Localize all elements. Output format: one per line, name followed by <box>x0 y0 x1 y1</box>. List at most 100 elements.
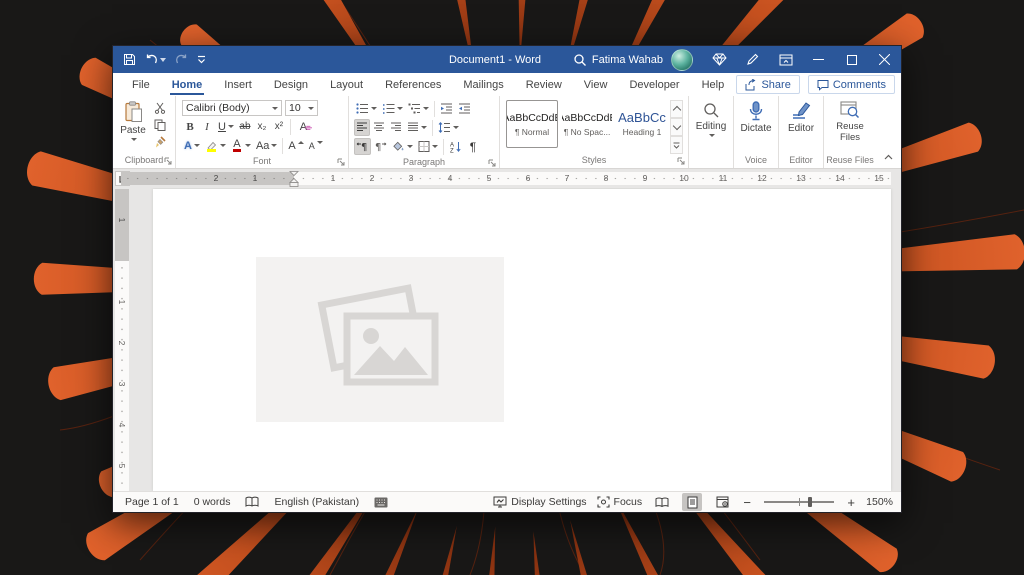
copy-button[interactable] <box>152 116 168 133</box>
print-layout-button[interactable] <box>682 493 703 511</box>
strikethrough-button[interactable]: ab <box>237 118 253 135</box>
shading-button[interactable] <box>390 138 415 155</box>
minimize-button[interactable] <box>802 46 835 73</box>
italic-button[interactable]: I <box>199 118 215 135</box>
style-heading-1[interactable]: AaBbCc Heading 1 <box>616 100 668 148</box>
cut-button[interactable] <box>152 99 168 116</box>
tab-references[interactable]: References <box>374 73 452 96</box>
decrease-indent-button[interactable] <box>438 100 455 117</box>
styles-scroll-down-icon[interactable] <box>670 118 683 136</box>
save-icon[interactable] <box>123 50 136 70</box>
bold-button[interactable]: B <box>182 118 198 135</box>
tab-home[interactable]: Home <box>161 73 214 96</box>
justify-button[interactable] <box>405 119 429 136</box>
ink-pen-icon[interactable] <box>736 46 769 73</box>
show-formatting-marks-button[interactable]: ¶ <box>465 138 481 155</box>
align-left-button[interactable] <box>354 119 370 136</box>
horizontal-ruler[interactable]: 2 1 1 2 3 4 5 6 7 8 9 10 11 12 13 14 15 <box>121 171 891 187</box>
underline-button[interactable]: U <box>216 118 236 135</box>
dictate-button[interactable]: Dictate <box>740 99 772 154</box>
web-layout-button[interactable] <box>712 493 732 511</box>
grow-font-button[interactable]: A <box>286 137 305 154</box>
rtl-text-direction-button[interactable]: ¶ <box>372 138 389 155</box>
borders-button[interactable] <box>416 138 440 155</box>
tab-insert[interactable]: Insert <box>213 73 263 96</box>
focus-button[interactable]: Focus <box>596 496 642 508</box>
superscript-button[interactable]: x² <box>271 118 287 135</box>
style-no-spacing[interactable]: AaBbCcDdE ¶ No Spac... <box>561 100 613 148</box>
read-mode-button[interactable] <box>652 493 672 511</box>
proofing-status-icon[interactable] <box>245 496 259 508</box>
share-button[interactable]: Share <box>736 75 800 94</box>
avatar[interactable] <box>671 48 693 71</box>
editing-button[interactable]: Editing <box>696 99 726 154</box>
styles-scroll-up-icon[interactable] <box>670 100 683 118</box>
format-painter-button[interactable] <box>152 133 168 150</box>
image-placeholder[interactable] <box>256 257 504 422</box>
comments-button[interactable]: Comments <box>807 75 895 94</box>
font-name-select[interactable]: Calibri (Body) <box>182 100 282 116</box>
zoom-out-button[interactable]: − <box>742 496 752 509</box>
display-settings-button[interactable]: Display Settings <box>493 496 587 508</box>
collapse-ribbon-icon[interactable] <box>884 147 893 165</box>
tab-developer[interactable]: Developer <box>618 73 690 96</box>
reuse-files-button[interactable]: Reuse Files <box>827 99 873 154</box>
font-size-select[interactable]: 10 <box>285 100 318 116</box>
ruler-number: 1 <box>117 299 127 305</box>
clear-formatting-button[interactable]: A ⌯ <box>294 118 313 135</box>
tab-design[interactable]: Design <box>263 73 319 96</box>
align-center-button[interactable] <box>371 119 387 136</box>
clipboard-dialog-launcher-icon[interactable] <box>163 156 173 166</box>
tab-mailings[interactable]: Mailings <box>452 73 514 96</box>
tab-review[interactable]: Review <box>515 73 573 96</box>
subscript-button[interactable]: x₂ <box>254 118 270 135</box>
highlight-color-button[interactable] <box>203 137 228 154</box>
line-spacing-button[interactable] <box>436 119 461 136</box>
style-normal[interactable]: AaBbCcDdE ¶ Normal <box>506 100 558 148</box>
multilevel-list-button[interactable] <box>406 100 431 117</box>
document-page[interactable] <box>153 189 891 491</box>
tab-file[interactable]: File <box>121 73 161 96</box>
styles-dialog-launcher-icon[interactable] <box>676 156 686 166</box>
sort-button[interactable]: A Z <box>447 138 464 155</box>
bullets-button[interactable] <box>354 100 379 117</box>
shrink-font-button[interactable]: A <box>307 137 325 154</box>
tab-help[interactable]: Help <box>691 73 736 96</box>
redo-button[interactable] <box>175 50 188 70</box>
font-dialog-launcher-icon[interactable] <box>336 157 346 167</box>
tab-view[interactable]: View <box>573 73 619 96</box>
numbering-button[interactable] <box>380 100 405 117</box>
ltr-text-direction-button[interactable]: ¶ <box>354 138 371 155</box>
change-case-button[interactable]: Aa <box>254 137 279 154</box>
paragraph-dialog-launcher-icon[interactable] <box>487 158 497 168</box>
styles-more-icon[interactable] <box>670 136 683 154</box>
zoom-level[interactable]: 150% <box>866 496 893 508</box>
customize-qat-icon[interactable] <box>197 50 206 70</box>
tab-layout[interactable]: Layout <box>319 73 374 96</box>
keyboard-language-icon[interactable] <box>374 497 388 508</box>
undo-button[interactable] <box>145 50 166 70</box>
search-icon[interactable] <box>573 50 587 70</box>
zoom-slider-thumb[interactable] <box>807 497 812 507</box>
font-color-button[interactable]: A <box>229 137 253 154</box>
editor-button[interactable]: Editor <box>788 99 814 154</box>
word-count[interactable]: 0 words <box>194 496 231 508</box>
maximize-button[interactable] <box>835 46 868 73</box>
align-right-button[interactable] <box>388 119 404 136</box>
rewards-gem-icon[interactable] <box>703 46 736 73</box>
page-count[interactable]: Page 1 of 1 <box>125 496 179 508</box>
paste-button[interactable]: Paste <box>116 99 150 154</box>
increase-indent-button[interactable] <box>456 100 473 117</box>
language-status[interactable]: English (Pakistan) <box>274 496 359 508</box>
zoom-in-button[interactable]: + <box>846 496 856 509</box>
svg-text:Z: Z <box>450 148 454 153</box>
close-button[interactable] <box>868 46 901 73</box>
text-effects-button[interactable]: A <box>182 137 202 154</box>
ruler-number: 5 <box>117 463 127 469</box>
broken-picture-icon <box>317 284 439 386</box>
vertical-ruler[interactable]: 1 1 2 3 4 5 <box>115 189 129 491</box>
zoom-slider[interactable] <box>764 497 835 507</box>
indent-markers[interactable] <box>288 171 300 187</box>
account-name[interactable]: Fatima Wahab <box>592 54 663 66</box>
ribbon-display-options-icon[interactable] <box>769 46 802 73</box>
